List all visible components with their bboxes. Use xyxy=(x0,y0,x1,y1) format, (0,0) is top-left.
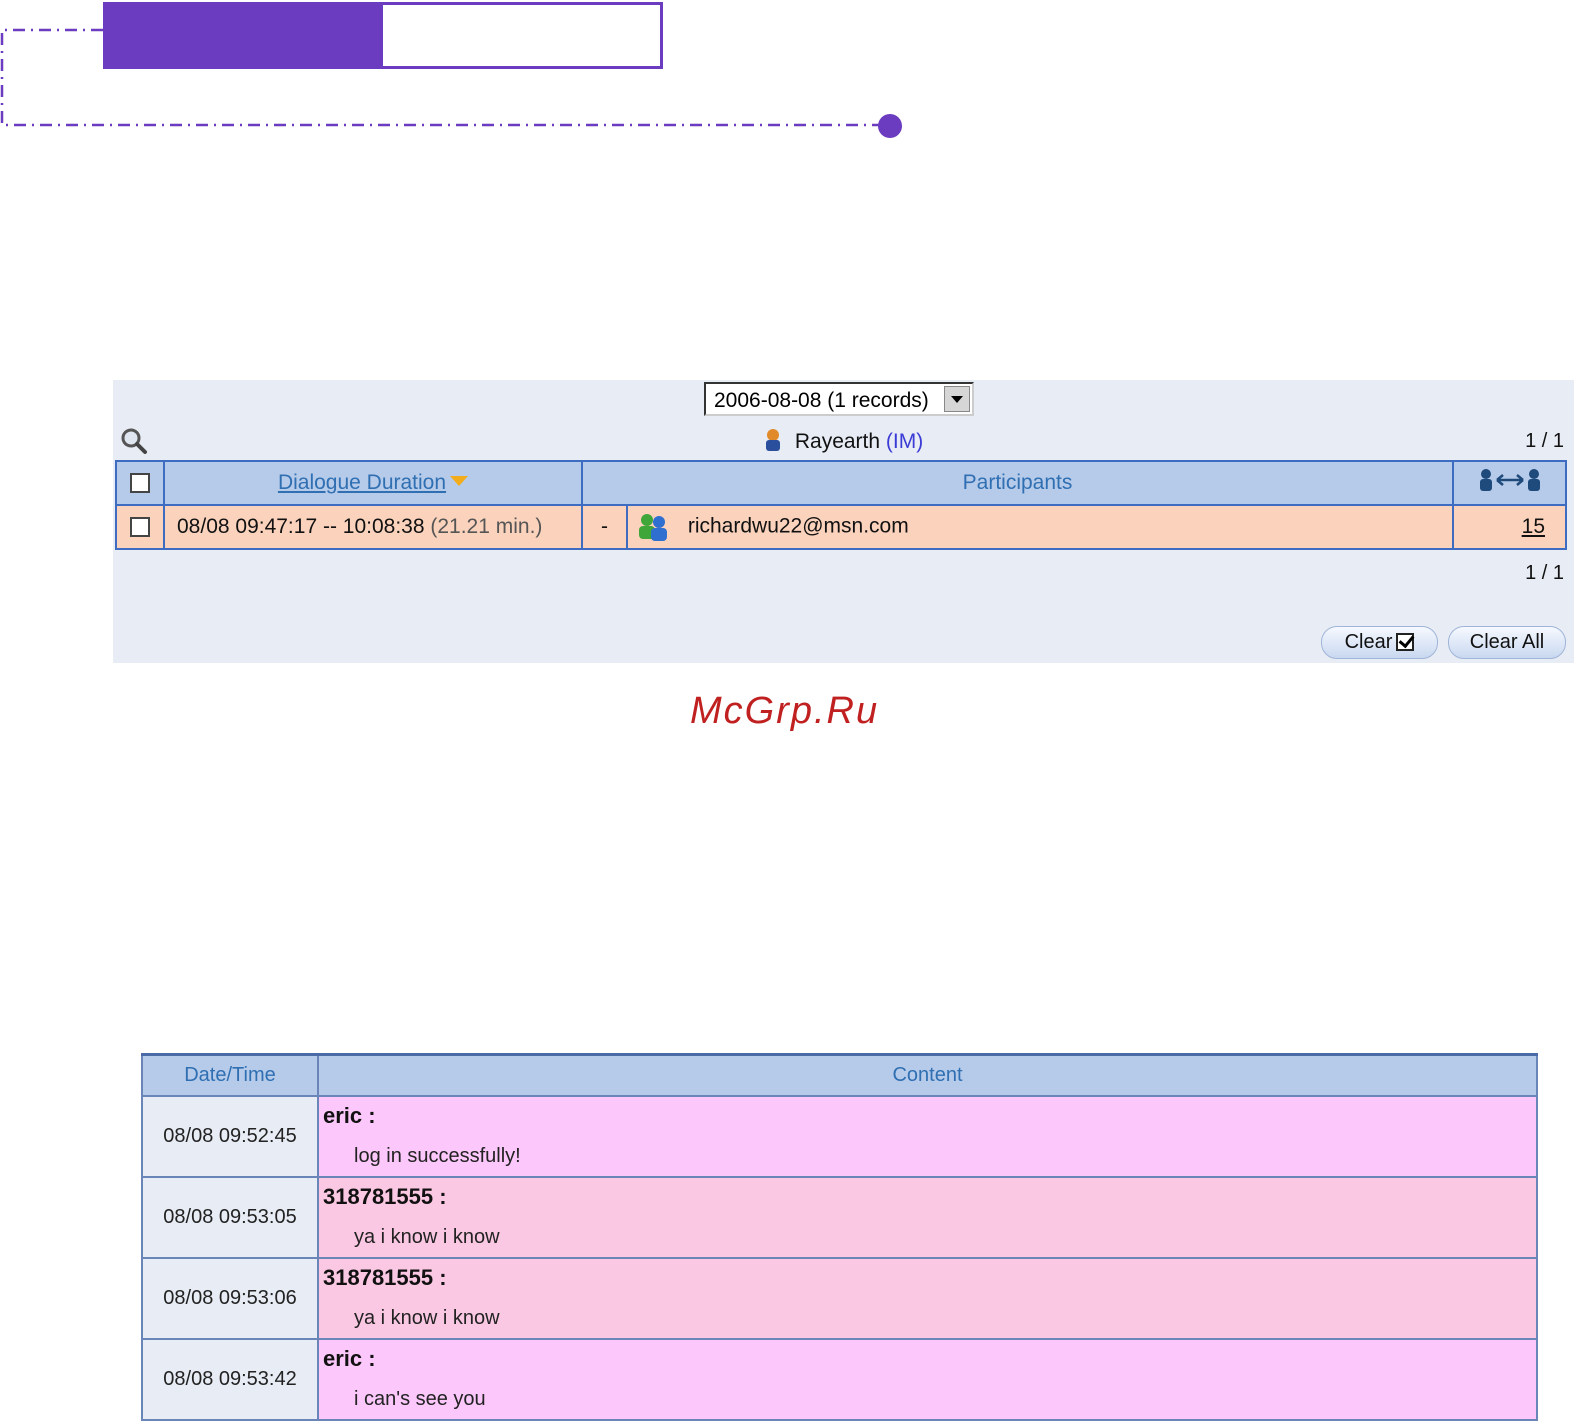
chat-log-header: Date/Time Content xyxy=(141,1053,1538,1097)
sort-desc-icon xyxy=(450,476,469,486)
header-participants: Participants xyxy=(581,460,1454,506)
chat-row: 08/08 09:53:42 eric : i can's see you xyxy=(141,1337,1538,1421)
date-select-value: 2006-08-08 (1 records) xyxy=(714,389,929,412)
watermark: McGrp.Ru xyxy=(690,690,880,732)
chat-message: ya i know i know xyxy=(354,1225,500,1248)
im-records-panel: 2006-08-08 (1 records) Rayearth (IM) 1 /… xyxy=(113,380,1574,663)
record-row[interactable]: 08/08 09:47:17 -- 10:08:38 (21.21 min.) … xyxy=(115,504,1567,550)
clear-all-button[interactable]: Clear All xyxy=(1448,626,1566,659)
current-user: Rayearth (IM) xyxy=(763,428,923,454)
duration-minutes: (21.21 min.) xyxy=(430,515,543,538)
page-indicator-top: 1 / 1 xyxy=(1525,430,1564,452)
row-message-count: 15 xyxy=(1452,504,1567,550)
records-table: Dialogue Duration Participants 08/08 09:… xyxy=(115,460,1567,550)
chat-content: eric : i can's see you xyxy=(317,1337,1538,1421)
chat-sender: eric : xyxy=(323,1102,376,1128)
chat-message: log in successfully! xyxy=(354,1144,521,1167)
row-checkbox-cell xyxy=(115,504,165,550)
message-count-link[interactable]: 15 xyxy=(1522,515,1545,538)
msn-buddy-icon xyxy=(639,514,667,541)
header-message-exchange xyxy=(1452,460,1567,506)
chat-content: 318781555 : ya i know i know xyxy=(317,1256,1538,1340)
chat-log-table: Date/Time Content 08/08 09:52:45 eric : … xyxy=(141,1053,1538,1421)
chat-content: eric : log in successfully! xyxy=(317,1094,1538,1178)
chevron-down-icon[interactable] xyxy=(944,386,970,412)
chat-row: 08/08 09:52:45 eric : log in successfull… xyxy=(141,1094,1538,1178)
checkbox-icon xyxy=(1396,633,1415,651)
chat-time: 08/08 09:53:42 xyxy=(141,1337,319,1421)
user-name: Rayearth xyxy=(794,430,881,453)
chat-sender: eric : xyxy=(323,1345,376,1371)
chat-sender: 318781555 : xyxy=(323,1183,447,1209)
sort-duration-link[interactable]: Dialogue Duration xyxy=(278,471,446,494)
chat-sender: 318781555 : xyxy=(323,1264,447,1290)
row-participant: richardwu22@msn.com xyxy=(626,504,1454,550)
clear-checked-label: Clear xyxy=(1344,631,1393,653)
records-table-header: Dialogue Duration Participants xyxy=(115,460,1567,506)
chat-message: ya i know i know xyxy=(354,1306,500,1329)
row-checkbox[interactable] xyxy=(130,517,150,538)
header-content: Content xyxy=(317,1053,1538,1097)
date-select[interactable]: 2006-08-08 (1 records) xyxy=(704,382,974,416)
chat-content: 318781555 : ya i know i know xyxy=(317,1175,1538,1259)
connector-dot xyxy=(878,114,902,138)
chat-time: 08/08 09:53:06 xyxy=(141,1256,319,1340)
clear-checked-button[interactable]: Clear xyxy=(1321,626,1438,659)
duration-range: 08/08 09:47:17 -- 10:08:38 xyxy=(177,515,425,538)
page-indicator-bottom: 1 / 1 xyxy=(1525,562,1564,584)
chat-time: 08/08 09:52:45 xyxy=(141,1094,319,1178)
chat-message: i can's see you xyxy=(354,1387,486,1410)
select-all-cell xyxy=(115,460,165,506)
user-protocol: (IM) xyxy=(885,430,924,453)
chat-row: 08/08 09:53:05 318781555 : ya i know i k… xyxy=(141,1175,1538,1259)
participant-email: richardwu22@msn.com xyxy=(687,514,909,538)
header-dashed-connector xyxy=(0,28,902,138)
chat-time: 08/08 09:53:05 xyxy=(141,1175,319,1259)
row-duration: 08/08 09:47:17 -- 10:08:38 (21.21 min.) xyxy=(163,504,583,550)
search-icon[interactable] xyxy=(120,427,148,455)
message-exchange-icon xyxy=(1479,469,1540,491)
row-direction: - xyxy=(581,504,628,550)
header-date-time: Date/Time xyxy=(141,1053,319,1097)
chat-row: 08/08 09:53:06 318781555 : ya i know i k… xyxy=(141,1256,1538,1340)
select-all-checkbox[interactable] xyxy=(130,473,150,494)
user-icon xyxy=(766,429,780,451)
header-dialogue-duration[interactable]: Dialogue Duration xyxy=(163,460,583,506)
